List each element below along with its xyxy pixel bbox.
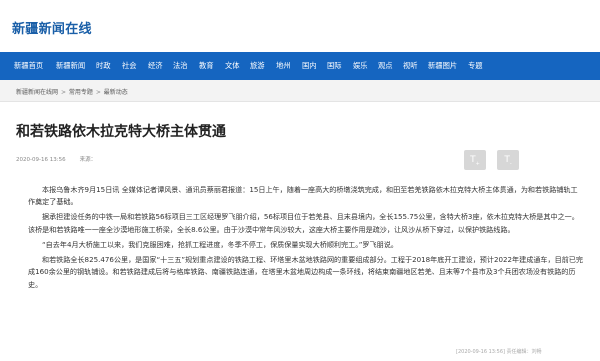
- nav-item-law[interactable]: 法治: [173, 52, 188, 80]
- masthead: 新疆新闻在线: [0, 0, 600, 52]
- breadcrumb-home[interactable]: 新疆新闻在线网: [16, 89, 58, 96]
- article-paragraph: 和若铁路全长825.476公里，是国家“十三五”规划重点建设的铁路工程、环塔里木…: [28, 254, 583, 289]
- nav-item-video[interactable]: 视听: [403, 52, 418, 80]
- nav-item-special[interactable]: 专题: [468, 52, 483, 80]
- nav-item-home[interactable]: 新疆首页: [14, 52, 43, 80]
- article-body: 本报乌鲁木齐9月15日讯 全媒体记者谭风景、通讯员蔡丽君报道：15日上午，随着一…: [28, 184, 584, 294]
- article-title: 和若铁路依木拉克特大桥主体贯通: [16, 124, 226, 140]
- main-nav: 新疆首页 新疆新闻 时政 社会 经济 法治 教育 文体 旅游 地州 国内 国际 …: [0, 52, 600, 80]
- breadcrumb-topics[interactable]: 常用专题: [69, 89, 93, 96]
- nav-item-society[interactable]: 社会: [122, 52, 137, 80]
- article-meta: 2020-09-16 13:56 来源：: [16, 155, 96, 163]
- nav-item-domestic[interactable]: 国内: [302, 52, 317, 80]
- article-paragraph: 据承担建设任务的中铁一局和若铁路56标项目三工区经理罗飞朋介绍，56标项目位于若…: [28, 212, 579, 234]
- nav-item-photos[interactable]: 新疆图片: [428, 52, 457, 80]
- nav-item-ent[interactable]: 娱乐: [353, 52, 368, 80]
- breadcrumb-separator: >: [60, 89, 66, 96]
- nav-item-opinion[interactable]: 观点: [378, 52, 393, 80]
- article-paragraph: “自去年4月大桥施工以来，我们克服困难，抢抓工程进度，冬季不停工，保质保量实现大…: [42, 239, 398, 249]
- nav-item-news[interactable]: 新疆新闻: [56, 52, 85, 80]
- nav-item-regions[interactable]: 地州: [276, 52, 291, 80]
- breadcrumb-latest[interactable]: 最新动态: [104, 89, 128, 96]
- font-size-icon[interactable]: T+: [464, 150, 486, 170]
- article-paragraph: 本报乌鲁木齐9月15日讯 全媒体记者谭风景、通讯员蔡丽君报道：15日上午，随着一…: [28, 185, 578, 207]
- nav-item-travel[interactable]: 旅游: [250, 52, 265, 80]
- nav-item-economy[interactable]: 经济: [148, 52, 163, 80]
- breadcrumb-trail: 新疆新闻在线网 > 常用专题 > 最新动态: [16, 87, 128, 96]
- site-logo[interactable]: 新疆新闻在线: [12, 18, 92, 37]
- nav-item-education[interactable]: 教育: [199, 52, 214, 80]
- font-size-icon[interactable]: T-: [497, 150, 519, 170]
- editor-note: [2020-09-16 13:56] 责任编辑：刘畅: [456, 349, 542, 355]
- article-date: 2020-09-16 13:56: [16, 157, 66, 163]
- nav-item-culture[interactable]: 文体: [225, 52, 240, 80]
- breadcrumb-separator: >: [95, 89, 101, 96]
- nav-item-world[interactable]: 国际: [327, 52, 342, 80]
- nav-item-politics[interactable]: 时政: [96, 52, 111, 80]
- article-source: 来源：: [79, 157, 97, 163]
- breadcrumb: 新疆新闻在线网 > 常用专题 > 最新动态: [0, 80, 600, 102]
